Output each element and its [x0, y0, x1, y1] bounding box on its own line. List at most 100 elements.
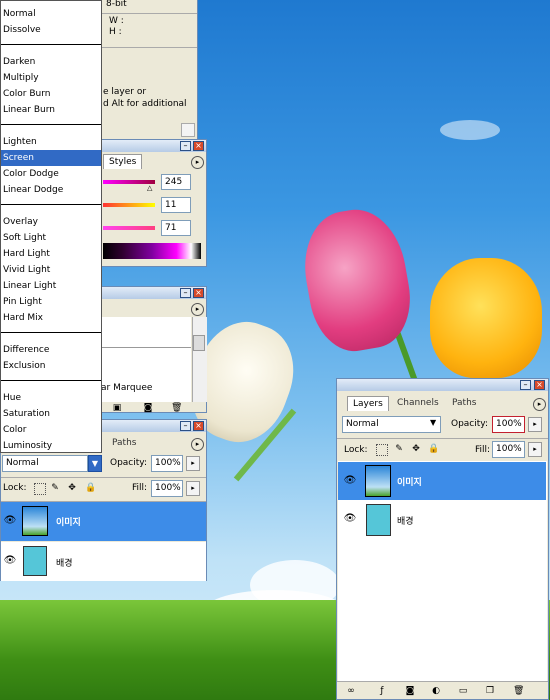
eye-icon[interactable]: 👁 [343, 475, 357, 487]
layer-row[interactable]: 👁 배경 [338, 501, 546, 539]
blend-mode-item[interactable]: Vivid Light [1, 262, 101, 278]
history-scrollbar[interactable] [192, 317, 207, 402]
lock-icon[interactable]: 🔒 [428, 444, 439, 454]
tab-paths[interactable]: Paths [447, 396, 481, 410]
blend-mode-item[interactable]: Screen [1, 150, 101, 166]
eye-icon[interactable]: 👁 [3, 555, 17, 567]
dropdown-arrow-icon[interactable]: ▼ [88, 455, 102, 472]
resize-grip-icon[interactable] [181, 123, 195, 137]
link-icon[interactable]: ∞ [346, 686, 356, 696]
opacity-label: Opacity: [451, 419, 488, 429]
new-layer-icon[interactable]: ❐ [485, 686, 495, 696]
move-icon[interactable]: ✥ [67, 483, 77, 493]
blend-mode-item[interactable]: Color Burn [1, 86, 101, 102]
layer-name: 이미지 [56, 518, 81, 528]
layer-row[interactable]: 👁 이미지 [338, 462, 546, 500]
blend-mode-item[interactable]: Linear Dodge [1, 182, 101, 198]
close-icon[interactable]: × [193, 141, 204, 151]
info-mode-text: 8-bit [106, 0, 127, 9]
minimize-icon[interactable]: – [180, 141, 191, 151]
blend-mode-item[interactable]: Pin Light [1, 294, 101, 310]
minimize-icon[interactable]: – [520, 380, 531, 390]
layer-name: 배경 [397, 517, 414, 527]
fill-slider-arrow-icon[interactable]: ▸ [186, 481, 200, 496]
blend-mode-item[interactable]: Color Dodge [1, 166, 101, 182]
blend-mode-item[interactable]: Difference [1, 342, 101, 358]
minimize-icon[interactable]: – [180, 421, 191, 431]
close-icon[interactable]: × [193, 288, 204, 298]
color-value-1[interactable]: 245 [161, 174, 191, 190]
blend-mode-item[interactable]: Lighten [1, 134, 101, 150]
fx-icon[interactable]: ƒ [377, 686, 387, 696]
slider-thumb-icon[interactable]: △ [147, 184, 152, 192]
blend-mode-item[interactable]: Color [1, 422, 101, 438]
brush-icon[interactable]: ✎ [50, 483, 60, 493]
color-spectrum-bar[interactable] [103, 243, 201, 259]
blend-mode-item[interactable]: Dissolve [1, 22, 101, 38]
panel-menu-arrow-icon[interactable]: ▸ [191, 438, 204, 451]
minimize-icon[interactable]: – [180, 288, 191, 298]
blend-mode-item[interactable]: Linear Light [1, 278, 101, 294]
layer-row[interactable]: 👁 배경 [1, 542, 206, 581]
dropdown-arrow-icon[interactable]: ▼ [430, 418, 436, 427]
eye-icon[interactable]: 👁 [3, 515, 17, 527]
opacity-input[interactable]: 100% [151, 455, 183, 472]
lock-transparent-icon[interactable] [376, 444, 388, 456]
blend-mode-item[interactable]: Saturation [1, 406, 101, 422]
blend-mode-item[interactable]: Multiply [1, 70, 101, 86]
adjustment-icon[interactable]: ◐ [431, 686, 441, 696]
blend-mode-item[interactable]: Exclusion [1, 358, 101, 374]
layer-thumbnail-swatch [366, 504, 391, 536]
blend-mode-select[interactable]: Normal [342, 416, 441, 433]
blend-mode-select[interactable]: Normal [2, 455, 88, 472]
new-snapshot-icon[interactable]: ▣ [112, 403, 122, 413]
blend-mode-item[interactable]: Hue [1, 390, 101, 406]
history-scroll-thumb[interactable] [193, 335, 205, 351]
trash-icon[interactable]: 🗑 [171, 403, 182, 413]
brush-icon[interactable]: ✎ [394, 444, 404, 454]
opacity-input[interactable]: 100% [492, 416, 525, 433]
panel-bottom-toolbar: ∞ ƒ ◙ ◐ ▭ ❐ 🗑 [337, 681, 548, 700]
fill-input[interactable]: 100% [492, 441, 525, 458]
fill-slider-arrow-icon[interactable]: ▸ [528, 442, 542, 457]
color-value-2[interactable]: 11 [161, 197, 191, 213]
blend-mode-item[interactable]: Linear Burn [1, 102, 101, 118]
move-icon[interactable]: ✥ [411, 444, 421, 454]
camera-icon[interactable]: ◙ [143, 403, 153, 413]
folder-icon[interactable]: ▭ [458, 686, 468, 696]
blend-mode-item[interactable]: Darken [1, 54, 101, 70]
close-icon[interactable]: × [193, 421, 204, 431]
tab-paths[interactable]: Paths [107, 436, 141, 450]
tab-layers[interactable]: Layers [347, 396, 389, 411]
lock-transparent-icon[interactable] [34, 483, 46, 495]
mask-icon[interactable]: ◙ [405, 686, 415, 696]
opacity-slider-arrow-icon[interactable]: ▸ [528, 417, 542, 432]
panel-menu-arrow-icon[interactable]: ▸ [191, 303, 204, 316]
blend-mode-item[interactable]: Hard Mix [1, 310, 101, 326]
color-value-3[interactable]: 71 [161, 220, 191, 236]
fill-input[interactable]: 100% [151, 480, 183, 497]
opacity-slider-arrow-icon[interactable]: ▸ [186, 456, 200, 471]
info-w-label: W : [109, 16, 124, 26]
blend-mode-item[interactable]: Overlay [1, 214, 101, 230]
panel-menu-arrow-icon[interactable]: ▸ [191, 156, 204, 169]
lock-label: Lock: [344, 445, 368, 455]
tab-styles[interactable]: Styles [103, 154, 143, 169]
blend-mode-item[interactable]: Normal [1, 6, 101, 22]
blend-mode-item[interactable]: Luminosity [1, 438, 101, 454]
info-hint-2: d Alt for additional [103, 99, 187, 109]
eye-icon[interactable]: 👁 [343, 513, 357, 525]
history-panel: – × ▸ ar Marquee ▣ ◙ 🗑 [100, 286, 207, 413]
lock-icon[interactable]: 🔒 [85, 483, 96, 493]
fill-label: Fill: [132, 483, 148, 493]
blend-mode-item[interactable]: Soft Light [1, 230, 101, 246]
panel-menu-arrow-icon[interactable]: ▸ [533, 398, 546, 411]
close-icon[interactable]: × [534, 380, 545, 390]
tab-channels[interactable]: Channels [392, 396, 444, 410]
trash-icon[interactable]: 🗑 [513, 686, 524, 696]
layer-row[interactable]: 👁 이미지 [1, 502, 206, 541]
history-item[interactable]: ar Marquee [101, 383, 152, 393]
color-slider-blue[interactable] [103, 226, 155, 230]
color-slider-green[interactable] [103, 203, 155, 207]
blend-mode-item[interactable]: Hard Light [1, 246, 101, 262]
